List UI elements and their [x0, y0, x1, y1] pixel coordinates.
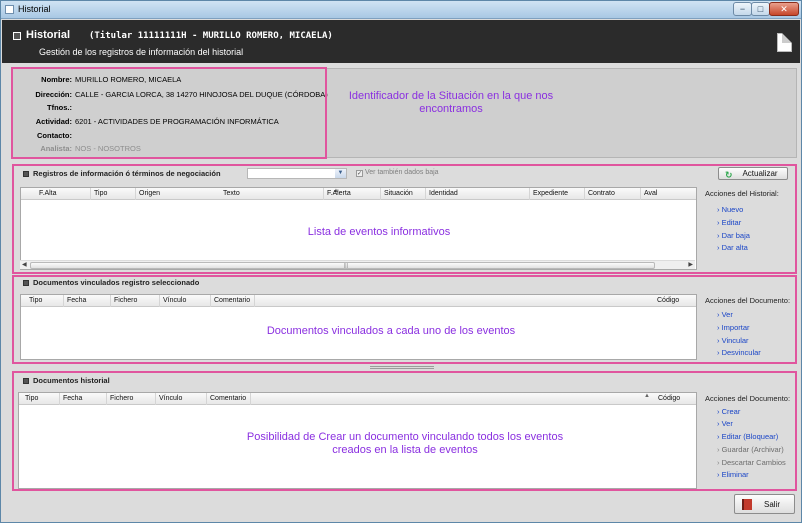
action-editar[interactable]: Editar — [717, 218, 742, 227]
column-header[interactable]: Vínculo — [159, 295, 186, 307]
column-header[interactable]: Comentario — [210, 295, 250, 307]
column-header[interactable]: Tipo — [29, 295, 42, 307]
sort-arrow-icon: ▲ — [644, 393, 650, 399]
column-header[interactable]: Texto — [223, 188, 240, 200]
column-header-blank — [250, 393, 640, 405]
window-title: Historial — [18, 4, 51, 14]
column-header[interactable]: Comentario — [206, 393, 246, 405]
historial-docs-table-header: Tipo Fecha Fichero Vínculo Comentario ▲ … — [19, 393, 696, 405]
historial-actions: Acciones del Historial: Nuevo Editar Dar… — [705, 189, 795, 259]
column-header-blank — [254, 295, 696, 307]
action-nuevo[interactable]: Nuevo — [717, 205, 744, 214]
document-icon — [777, 33, 792, 52]
title-bar[interactable]: Historial − □ ✕ — [1, 1, 801, 19]
close-button[interactable]: ✕ — [769, 2, 799, 16]
registros-header: Registros de información ó términos de n… — [23, 167, 221, 180]
column-header[interactable]: Identidad — [425, 188, 458, 200]
action-desvincular[interactable]: Desvincular — [717, 348, 761, 357]
annotation-info: Identificador de la Situación en la que … — [348, 90, 554, 115]
vinculados-actions: Acciones del Documento: Ver Importar Vin… — [705, 296, 797, 358]
show-deleted-checkbox[interactable]: ✓ Ver también dados baja — [356, 169, 439, 177]
collapse-icon[interactable] — [23, 280, 29, 286]
arrow-right-icon[interactable]: ▶ — [688, 261, 693, 268]
exit-door-icon — [742, 499, 752, 510]
splitter-handle[interactable] — [370, 366, 434, 369]
column-header[interactable]: Contrato — [584, 188, 615, 200]
column-header[interactable]: Situación — [380, 188, 413, 200]
info-contacto: Contacto: — [37, 131, 72, 140]
info-nombre: Nombre: MURILLO ROMERO, MICAELA — [41, 75, 182, 84]
column-header[interactable]: Vínculo — [155, 393, 182, 405]
info-analista: Analista: NOS - NOSOTROS — [40, 144, 141, 153]
action-ver[interactable]: Ver — [717, 419, 733, 428]
grip-icon: ||| — [344, 263, 348, 269]
collapse-icon[interactable] — [13, 32, 21, 40]
page-subtitle: Gestión de los registros de información … — [39, 47, 244, 57]
action-descartar-cambios[interactable]: Descartar Cambios — [717, 458, 786, 467]
chevron-down-icon[interactable]: ▼ — [335, 169, 346, 178]
collapse-icon[interactable] — [23, 171, 29, 177]
action-eliminar[interactable]: Eliminar — [717, 470, 749, 479]
historial-docs-actions: Acciones del Documento: Crear Ver Editar… — [705, 394, 797, 484]
registros-table-header: F.Alta Tipo Origen Texto ▲ F.Alerta Situ… — [21, 188, 696, 200]
column-header[interactable]: Código — [658, 393, 680, 405]
column-header[interactable]: Fichero — [106, 393, 133, 405]
column-header[interactable]: Tipo — [90, 188, 107, 200]
minimize-button[interactable]: − — [733, 2, 752, 16]
annotation-historial-docs: Posibilidad de Crear un documento vincul… — [246, 431, 564, 456]
historial-window: Historial − □ ✕ Historial (Titular 11111… — [0, 0, 802, 523]
registros-filter-select[interactable]: ▼ — [247, 168, 347, 179]
action-importar[interactable]: Importar — [717, 323, 750, 332]
action-dar-baja[interactable]: Dar baja — [717, 231, 750, 240]
action-ver[interactable]: Ver — [717, 310, 733, 319]
annotation-registros: Lista de eventos informativos — [307, 226, 451, 238]
vinculados-header: Documentos vinculados registro seleccion… — [23, 276, 199, 289]
column-header[interactable]: Expediente — [529, 188, 568, 200]
page-title: Historial — [26, 29, 71, 41]
scrollbar-thumb[interactable]: ||| — [30, 262, 655, 269]
app-icon — [5, 5, 14, 14]
action-vincular[interactable]: Vincular — [717, 336, 749, 345]
column-header[interactable]: F.Alta — [39, 188, 57, 200]
collapse-icon[interactable] — [23, 378, 29, 384]
action-guardar-archivar[interactable]: Guardar (Archivar) — [717, 445, 784, 454]
action-crear[interactable]: Crear — [717, 407, 741, 416]
action-editar-bloquear[interactable]: Editar (Bloquear) — [717, 432, 779, 441]
column-header[interactable]: Origen — [135, 188, 160, 200]
historial-docs-header: Documentos historial — [23, 374, 110, 387]
info-direccion: Dirección: CALLE - GARCIA LORCA, 38 1427… — [35, 90, 328, 99]
column-header[interactable]: Fecha — [59, 393, 82, 405]
page-header: Historial (Titular 11111111H - MURILLO R… — [2, 20, 800, 63]
horizontal-scrollbar[interactable]: ◀ ||| ▶ — [20, 260, 695, 269]
maximize-button[interactable]: □ — [751, 2, 770, 16]
refresh-button[interactable]: ↻ Actualizar — [718, 167, 788, 180]
titular-label: (Titular 11111111H - MURILLO ROMERO, MIC… — [89, 31, 333, 41]
action-dar-alta[interactable]: Dar alta — [717, 243, 748, 252]
info-tfnos: Tfnos.: — [47, 103, 72, 112]
refresh-icon: ↻ — [725, 170, 733, 180]
column-header[interactable]: Tipo — [25, 393, 38, 405]
column-header[interactable]: Aval — [640, 188, 658, 200]
column-header[interactable]: F.Alerta — [323, 188, 351, 200]
checkbox-icon[interactable]: ✓ — [356, 170, 363, 177]
exit-button[interactable]: Salir — [734, 494, 795, 514]
vinculados-table-header: Tipo Fecha Fichero Vínculo Comentario Có… — [21, 295, 696, 307]
info-actividad: Actividad: 6201 - ACTIVIDADES DE PROGRAM… — [35, 117, 279, 126]
annotation-vinculados: Documentos vinculados a cada uno de los … — [266, 325, 516, 337]
arrow-left-icon[interactable]: ◀ — [22, 261, 27, 268]
column-header[interactable]: Fichero — [110, 295, 137, 307]
column-header[interactable]: Fecha — [63, 295, 86, 307]
column-header[interactable]: Código — [657, 295, 679, 307]
